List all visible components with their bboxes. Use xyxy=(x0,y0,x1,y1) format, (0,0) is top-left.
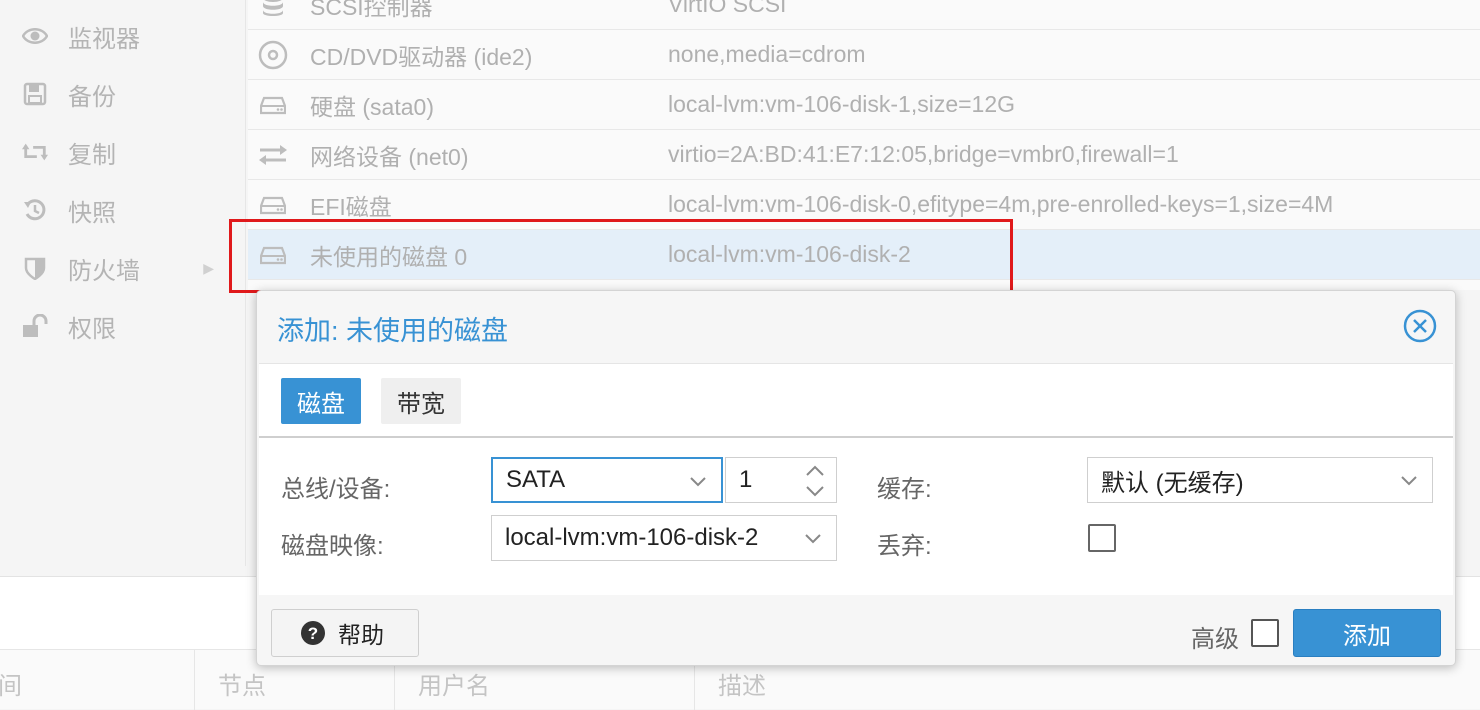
add-button[interactable]: 添加 xyxy=(1293,609,1441,657)
hdd-icon xyxy=(250,95,296,115)
sidebar-item-permissions[interactable]: 权限 xyxy=(4,306,244,346)
hardware-value: local-lvm:vm-106-disk-0,efitype=4m,pre-e… xyxy=(668,191,1334,217)
hardware-name: CD/DVD驱动器 (ide2) xyxy=(310,43,533,70)
device-number-spinner[interactable]: 1 xyxy=(725,457,837,503)
disk-image-label: 磁盘映像: xyxy=(281,533,384,560)
hardware-row[interactable]: SCSI控制器 VirtIO SCSI xyxy=(248,0,1480,30)
disk-image-select[interactable]: local-lvm:vm-106-disk-2 xyxy=(491,515,837,561)
add-unused-disk-dialog: 添加: 未使用的磁盘 磁盘 带宽 总线/设备: SATA 1 缓存: 默认 (无… xyxy=(256,290,1456,666)
expand-arrow-icon[interactable]: ▶ xyxy=(203,260,214,277)
bus-value: SATA xyxy=(506,466,566,493)
dialog-footer: ? 帮助 高级 添加 xyxy=(257,595,1455,665)
bus-select[interactable]: SATA xyxy=(491,457,723,503)
help-button[interactable]: ? 帮助 xyxy=(271,609,419,657)
sidebar-item-snapshots[interactable]: 快照 xyxy=(4,190,244,230)
svg-text:?: ? xyxy=(308,624,318,643)
sidebar-item-label: 复制 xyxy=(68,141,116,169)
sidebar: 监视器 备份 复制 快照 防火墙 ▶ 权限 xyxy=(4,0,246,566)
tab-underline xyxy=(259,436,1453,438)
discard-label: 丢弃: xyxy=(877,533,932,560)
column-header-user[interactable]: 用户名 xyxy=(418,666,490,701)
exchange-icon xyxy=(250,144,296,166)
highlight-box xyxy=(229,219,1013,293)
advanced-label: 高级 xyxy=(1191,626,1239,653)
hardware-value: VirtIO SCSI xyxy=(668,0,787,17)
sidebar-item-replication[interactable]: 复制 xyxy=(4,132,244,172)
advanced-checkbox[interactable] xyxy=(1251,619,1279,647)
hardware-name: SCSI控制器 xyxy=(310,0,433,20)
chevron-down-icon xyxy=(690,477,706,487)
column-header-description[interactable]: 描述 xyxy=(718,666,766,701)
tab-disk[interactable]: 磁盘 xyxy=(281,378,361,424)
hardware-value: local-lvm:vm-106-disk-1,size=12G xyxy=(668,91,1016,117)
bus-device-label: 总线/设备: xyxy=(281,476,391,503)
sidebar-item-label: 权限 xyxy=(68,315,116,343)
history-icon xyxy=(22,197,48,223)
retweet-icon xyxy=(22,139,48,165)
sidebar-item-backup[interactable]: 备份 xyxy=(4,74,244,114)
cache-value: 默认 (无缓存) xyxy=(1101,469,1244,497)
close-icon[interactable] xyxy=(1403,309,1437,343)
device-number-value: 1 xyxy=(739,466,753,493)
discard-checkbox[interactable] xyxy=(1088,524,1116,552)
hardware-row[interactable]: 硬盘 (sata0) local-lvm:vm-106-disk-1,size=… xyxy=(248,80,1480,130)
chevron-down-icon xyxy=(1401,476,1417,486)
unlock-icon xyxy=(22,313,48,339)
hardware-row[interactable]: 网络设备 (net0) virtio=2A:BD:41:E7:12:05,bri… xyxy=(248,130,1480,180)
cache-select[interactable]: 默认 (无缓存) xyxy=(1087,457,1433,503)
hardware-name: EFI磁盘 xyxy=(310,193,392,220)
sidebar-item-label: 备份 xyxy=(68,83,116,111)
database-icon xyxy=(250,0,296,17)
sidebar-item-firewall[interactable]: 防火墙 ▶ xyxy=(4,248,244,288)
tab-bandwidth[interactable]: 带宽 xyxy=(381,378,461,424)
hardware-name: 网络设备 (net0) xyxy=(310,143,469,170)
help-label: 帮助 xyxy=(338,622,384,648)
disk-image-value: local-lvm:vm-106-disk-2 xyxy=(505,524,759,551)
hardware-row[interactable]: CD/DVD驱动器 (ide2) none,media=cdrom xyxy=(248,30,1480,80)
background: 监视器 备份 复制 快照 防火墙 ▶ 权限 SCSI控制器 VirtIO SCS… xyxy=(0,0,1480,710)
cdrom-icon xyxy=(250,40,296,70)
eye-icon xyxy=(22,23,48,49)
spinner-arrows-icon[interactable] xyxy=(804,462,826,500)
shield-icon xyxy=(22,255,48,281)
question-circle-icon: ? xyxy=(301,621,325,645)
chevron-down-icon xyxy=(805,534,821,544)
hdd-icon xyxy=(250,195,296,215)
column-divider xyxy=(194,650,195,710)
dialog-title: 添加: 未使用的磁盘 xyxy=(277,316,509,346)
floppy-icon xyxy=(22,81,48,107)
hardware-value: virtio=2A:BD:41:E7:12:05,bridge=vmbr0,fi… xyxy=(668,141,1179,167)
column-header-time[interactable]: 间 xyxy=(0,666,22,701)
hardware-value: none,media=cdrom xyxy=(668,41,866,67)
sidebar-item-label: 防火墙 xyxy=(68,257,140,285)
sidebar-item-label: 监视器 xyxy=(68,25,140,53)
cache-label: 缓存: xyxy=(877,476,932,503)
column-header-node[interactable]: 节点 xyxy=(218,666,266,701)
dialog-body: 磁盘 带宽 总线/设备: SATA 1 缓存: 默认 (无缓存) 磁盘映像: l… xyxy=(259,363,1453,595)
sidebar-item-label: 快照 xyxy=(68,199,116,227)
hardware-name: 硬盘 (sata0) xyxy=(310,93,434,120)
sidebar-item-monitor[interactable]: 监视器 xyxy=(4,16,244,56)
